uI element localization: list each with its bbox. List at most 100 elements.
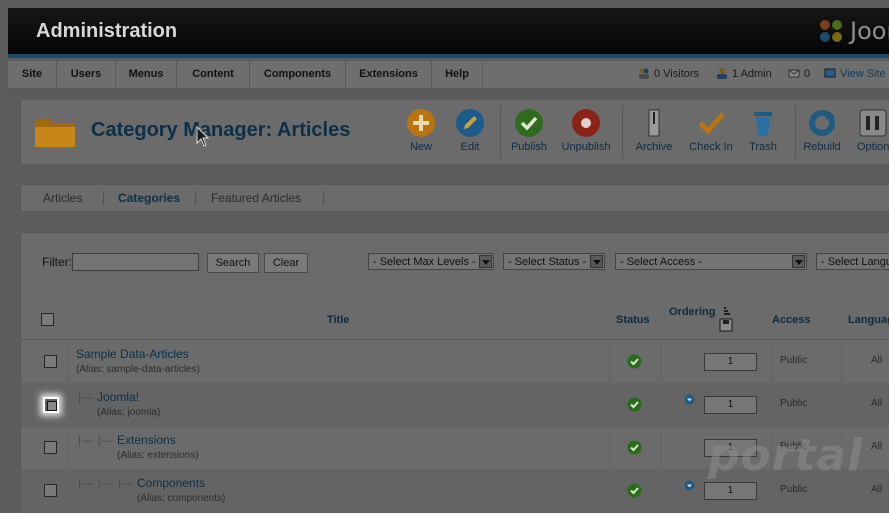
- search-button[interactable]: Search: [207, 253, 259, 273]
- joomla-logo-icon: [820, 20, 842, 42]
- language-column-header[interactable]: Language: [848, 314, 889, 326]
- chevron-down-icon: [479, 255, 492, 268]
- chevron-down-icon: [590, 255, 603, 268]
- save-order-icon[interactable]: [719, 307, 733, 333]
- tree-indent-icon: |— |—: [78, 435, 114, 447]
- published-check-icon[interactable]: [627, 397, 642, 412]
- row-checkbox[interactable]: [44, 441, 57, 454]
- menu-site[interactable]: Site: [8, 61, 57, 88]
- access-select[interactable]: - Select Access -: [615, 253, 807, 270]
- messages-status[interactable]: 0: [788, 61, 810, 88]
- unpublish-icon: [572, 109, 600, 137]
- ordering-input[interactable]: 1: [704, 482, 757, 500]
- move-down-icon[interactable]: [684, 394, 695, 405]
- table-row: Sample Data-Articles (Alias: sample-data…: [21, 340, 889, 384]
- access-column-header[interactable]: Access: [772, 314, 811, 326]
- published-check-icon[interactable]: [627, 483, 642, 498]
- category-title-link[interactable]: Components: [137, 476, 205, 490]
- toolbar: Category Manager: Articles New Edit Publ…: [20, 99, 889, 165]
- category-title-link[interactable]: Extensions: [117, 433, 176, 447]
- check-in-button[interactable]: Check In: [681, 108, 741, 153]
- menu-extensions[interactable]: Extensions: [346, 61, 432, 88]
- view-site-icon: [824, 68, 836, 78]
- admins-status: 1 Admin: [716, 61, 772, 88]
- menu-menus[interactable]: Menus: [116, 61, 177, 88]
- category-title-link[interactable]: Joomla!: [97, 390, 139, 404]
- toolbar-separator: [622, 106, 623, 158]
- options-icon: [859, 109, 887, 137]
- tree-indent-icon: |— |— |—: [78, 478, 134, 490]
- logo-text: Joomla: [850, 17, 889, 45]
- published-check-icon[interactable]: [627, 354, 642, 369]
- edit-button[interactable]: Edit: [440, 108, 500, 153]
- admin-header: Administration Joomla: [8, 8, 889, 58]
- row-checkbox[interactable]: [44, 355, 57, 368]
- category-alias: (Alias: extensions): [117, 450, 199, 461]
- language-select[interactable]: - Select Language -: [816, 253, 889, 270]
- trash-button[interactable]: Trash: [733, 108, 793, 153]
- admins-count: 1 Admin: [732, 68, 772, 80]
- header-title: Administration: [36, 20, 178, 42]
- status-select[interactable]: - Select Status -: [503, 253, 605, 270]
- access-level: Public: [780, 355, 808, 366]
- ordering-input[interactable]: 1: [704, 353, 757, 371]
- tab-categories[interactable]: Categories: [118, 185, 180, 211]
- messages-icon: [788, 69, 800, 78]
- category-title-link[interactable]: Sample Data-Articles: [76, 347, 189, 361]
- move-down-icon[interactable]: [684, 480, 695, 491]
- new-label: New: [409, 141, 432, 153]
- view-site-label: View Site: [840, 68, 886, 80]
- rebuild-icon: [809, 110, 835, 136]
- view-site-link[interactable]: View Site: [824, 61, 886, 88]
- tab-featured-articles[interactable]: Featured Articles: [211, 185, 301, 211]
- language-value: All: [871, 441, 883, 452]
- main-menu-bar: Site Users Menus Content Components Exte…: [8, 61, 889, 89]
- unpublish-label: Unpublish: [561, 141, 611, 153]
- tab-articles[interactable]: Articles: [43, 185, 82, 211]
- chevron-down-icon: [792, 255, 805, 268]
- menu-components[interactable]: Components: [250, 61, 346, 88]
- table-header: Title Status Ordering Access Language: [21, 299, 889, 340]
- ordering-input[interactable]: 1: [704, 396, 757, 414]
- access-select-value: - Select Access -: [620, 256, 702, 268]
- publish-button[interactable]: Publish: [499, 108, 559, 153]
- menu-users[interactable]: Users: [57, 61, 116, 88]
- language-select-value: - Select Language -: [821, 256, 889, 268]
- filter-search-input[interactable]: [72, 253, 199, 271]
- portal-watermark: portal: [708, 430, 864, 481]
- check-in-icon: [698, 112, 725, 135]
- unpublish-button[interactable]: Unpublish: [556, 108, 616, 153]
- tab-separator: [103, 191, 104, 205]
- options-button[interactable]: Options: [848, 108, 889, 153]
- access-level: Public: [780, 484, 808, 495]
- new-icon: [407, 109, 435, 137]
- trash-icon: [754, 112, 772, 136]
- tab-separator: [323, 191, 324, 205]
- select-all-checkbox[interactable]: [41, 313, 54, 326]
- table-row: |— Joomla! (Alias: joomla) 1 Public All: [21, 383, 889, 427]
- status-column-header[interactable]: Status: [616, 314, 650, 326]
- language-value: All: [871, 355, 883, 366]
- menu-help[interactable]: Help: [432, 61, 483, 88]
- title-column-header[interactable]: Title: [327, 314, 349, 326]
- row-checkbox[interactable]: [44, 484, 57, 497]
- joomla-logo[interactable]: Joomla: [816, 14, 889, 48]
- edit-icon: [456, 109, 484, 137]
- category-alias: (Alias: joomla): [97, 407, 161, 418]
- published-check-icon[interactable]: [627, 440, 642, 455]
- max-levels-select[interactable]: - Select Max Levels -: [368, 253, 494, 270]
- clear-button[interactable]: Clear: [264, 253, 308, 273]
- ordering-column-header[interactable]: Ordering: [669, 306, 715, 318]
- access-level: Public: [780, 398, 808, 409]
- row-checkbox-highlighted[interactable]: [43, 397, 59, 413]
- rebuild-label: Rebuild: [803, 141, 841, 153]
- rebuild-button[interactable]: Rebuild: [792, 108, 852, 153]
- menu-content[interactable]: Content: [177, 61, 250, 88]
- page-title: Category Manager: Articles: [91, 119, 351, 141]
- language-value: All: [871, 398, 883, 409]
- check-in-label: Check In: [689, 141, 733, 153]
- archive-button[interactable]: Archive: [624, 108, 684, 153]
- language-value: All: [871, 484, 883, 495]
- visitors-count: 0 Visitors: [654, 68, 700, 80]
- filter-label: Filter:: [42, 255, 72, 269]
